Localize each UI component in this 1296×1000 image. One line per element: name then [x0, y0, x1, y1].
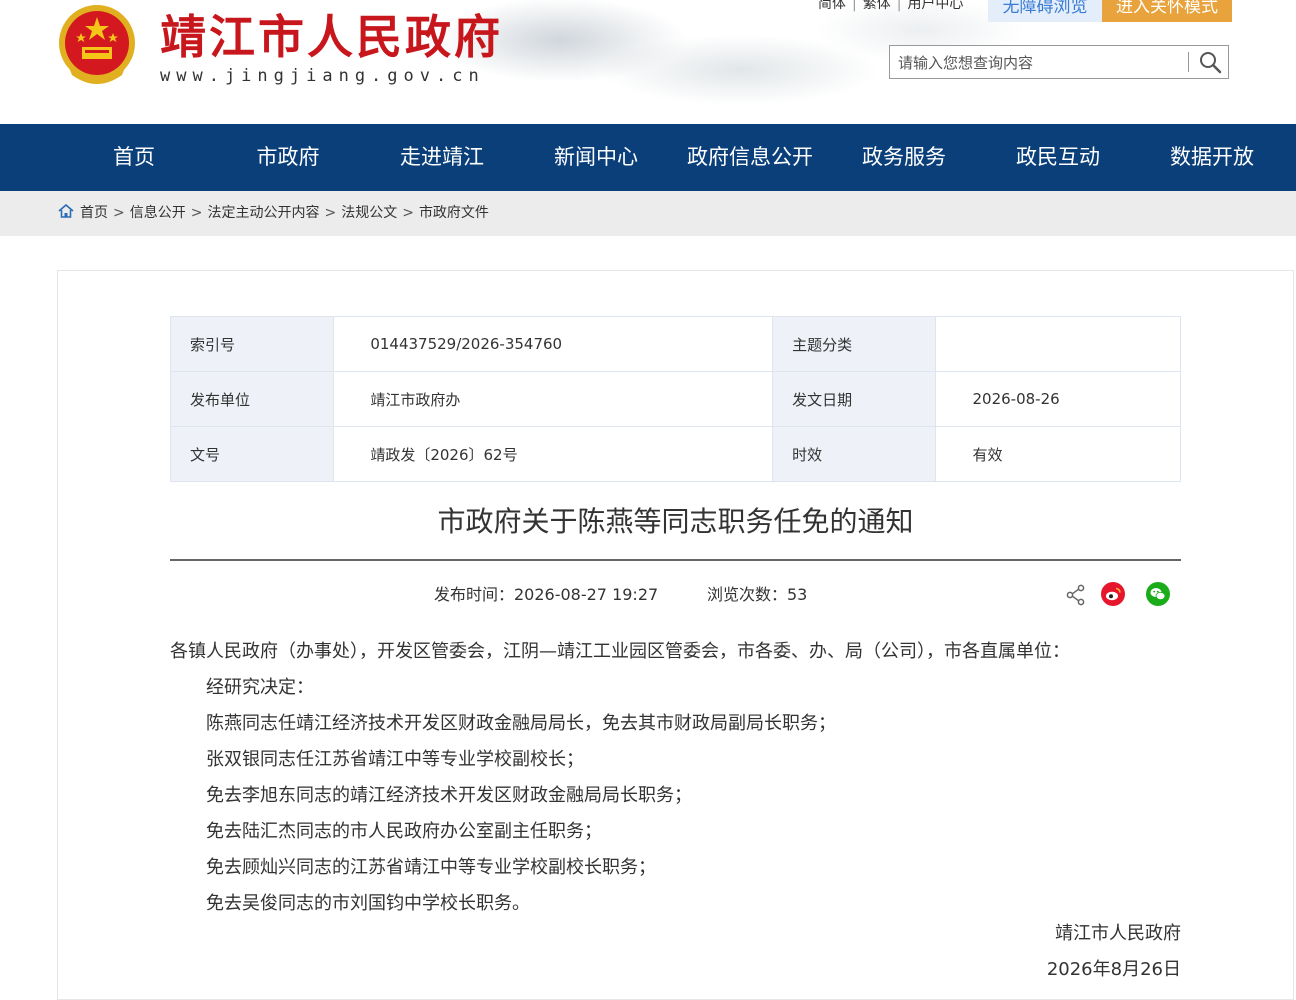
meta-value: 014437529/2026-354760: [333, 316, 774, 372]
body-paragraph: 免去陆汇杰同志的市人民政府办公室副主任职务；: [206, 821, 602, 842]
breadcrumb-regulations[interactable]: 法规公文: [341, 205, 397, 221]
salutation: 各镇人民政府（办事处），开发区管委会，江阴—靖江工业园区管委会，市各委、办、局（…: [170, 641, 1070, 662]
table-row: 发布单位 靖江市政府办 发文日期 2026-08-26: [169, 371, 1181, 427]
meta-label: 主题分类: [772, 316, 937, 372]
breadcrumb-info-open[interactable]: 信息公开: [130, 205, 186, 221]
site-url: www.jingjiang.gov.cn: [160, 66, 485, 86]
meta-label: 时效: [772, 426, 937, 482]
publish-time: 发布时间：2026-08-27 19:27: [434, 585, 659, 604]
nav-item-about-jingjiang[interactable]: 走进靖江: [367, 124, 517, 191]
breadcrumb-city-docs[interactable]: 市政府文件: [419, 205, 489, 221]
user-center-link[interactable]: 用户中心: [907, 0, 963, 12]
share-icon[interactable]: [1066, 584, 1086, 606]
meta-value: [935, 316, 1181, 372]
national-emblem-icon: [59, 5, 135, 84]
accessibility-button[interactable]: 无障碍浏览: [988, 0, 1102, 22]
main-nav: 首页 市政府 走进靖江 新闻中心 政府信息公开 政务服务 政民互动 数据开放: [0, 124, 1296, 191]
top-links: 简体 | 繁体 | 用户中心: [818, 0, 963, 14]
weibo-icon[interactable]: [1101, 582, 1125, 606]
meta-label: 索引号: [169, 316, 335, 372]
body-paragraph: 陈燕同志任靖江经济技术开发区财政金融局局长，免去其市财政局副局长职务；: [206, 713, 836, 734]
body-paragraph: 张双银同志任江苏省靖江中等专业学校副校长；: [206, 749, 584, 770]
table-row: 索引号 014437529/2026-354760 主题分类: [169, 316, 1181, 372]
meta-value: 靖江市政府办: [333, 371, 774, 427]
sign-date: 2026年8月26日: [1046, 959, 1181, 980]
lang-simplified-link[interactable]: 简体: [818, 0, 846, 12]
view-count: 浏览次数：53: [707, 585, 808, 604]
home-icon: [58, 204, 74, 218]
site-header: 靖江市人民政府 www.jingjiang.gov.cn 简体 | 繁体 | 用户中心 …: [0, 0, 1296, 124]
body-paragraph: 免去顾灿兴同志的江苏省靖江中等专业学校副校长职务；: [206, 857, 656, 878]
nav-item-services[interactable]: 政务服务: [829, 124, 979, 191]
body-paragraph: 免去吴俊同志的市刘国钧中学校长职务。: [206, 893, 530, 914]
search-box: [889, 45, 1229, 79]
nav-item-gov-info[interactable]: 政府信息公开: [675, 124, 825, 191]
nav-item-open-data[interactable]: 数据开放: [1137, 124, 1287, 191]
signature: 靖江市人民政府: [1055, 923, 1181, 944]
search-divider: [1188, 52, 1189, 72]
nav-item-news[interactable]: 新闻中心: [521, 124, 671, 191]
breadcrumb-bar: 首页 > 信息公开 > 法定主动公开内容 > 法规公文 > 市政府文件: [0, 191, 1296, 236]
breadcrumb-statutory[interactable]: 法定主动公开内容: [207, 205, 319, 221]
elder-mode-button[interactable]: 进入关怀模式: [1102, 0, 1232, 22]
breadcrumb-home[interactable]: 首页: [80, 205, 108, 221]
meta-label: 发文日期: [772, 371, 937, 427]
meta-value: 2026-08-26: [935, 371, 1181, 427]
nav-item-home[interactable]: 首页: [59, 124, 209, 191]
lang-traditional-link[interactable]: 繁体: [863, 0, 891, 12]
nav-item-city-gov[interactable]: 市政府: [213, 124, 363, 191]
site-title: 靖江市人民政府: [160, 10, 503, 64]
nav-item-interaction[interactable]: 政民互动: [983, 124, 1133, 191]
table-row: 文号 靖政发〔2026〕62号 时效 有效: [169, 426, 1181, 482]
body-paragraph: 经研究决定：: [206, 677, 314, 698]
meta-label: 发布单位: [169, 371, 335, 427]
title-divider: [170, 559, 1181, 561]
breadcrumb: 首页 > 信息公开 > 法定主动公开内容 > 法规公文 > 市政府文件: [58, 191, 489, 236]
meta-value: 有效: [935, 426, 1181, 482]
wechat-icon[interactable]: [1146, 582, 1170, 606]
body-paragraph: 免去李旭东同志的靖江经济技术开发区财政金融局局长职务；: [206, 785, 692, 806]
meta-label: 文号: [169, 426, 335, 482]
search-input[interactable]: [896, 50, 1180, 76]
document-meta-table: 索引号 014437529/2026-354760 主题分类 发布单位 靖江市政…: [169, 316, 1181, 482]
article-body: 各镇人民政府（办事处），开发区管委会，江阴—靖江工业园区管委会，市各委、办、局（…: [170, 634, 1181, 922]
meta-value: 靖政发〔2026〕62号: [333, 426, 774, 482]
document-title: 市政府关于陈燕等同志职务任免的通知: [437, 505, 914, 538]
search-icon[interactable]: [1198, 50, 1222, 74]
